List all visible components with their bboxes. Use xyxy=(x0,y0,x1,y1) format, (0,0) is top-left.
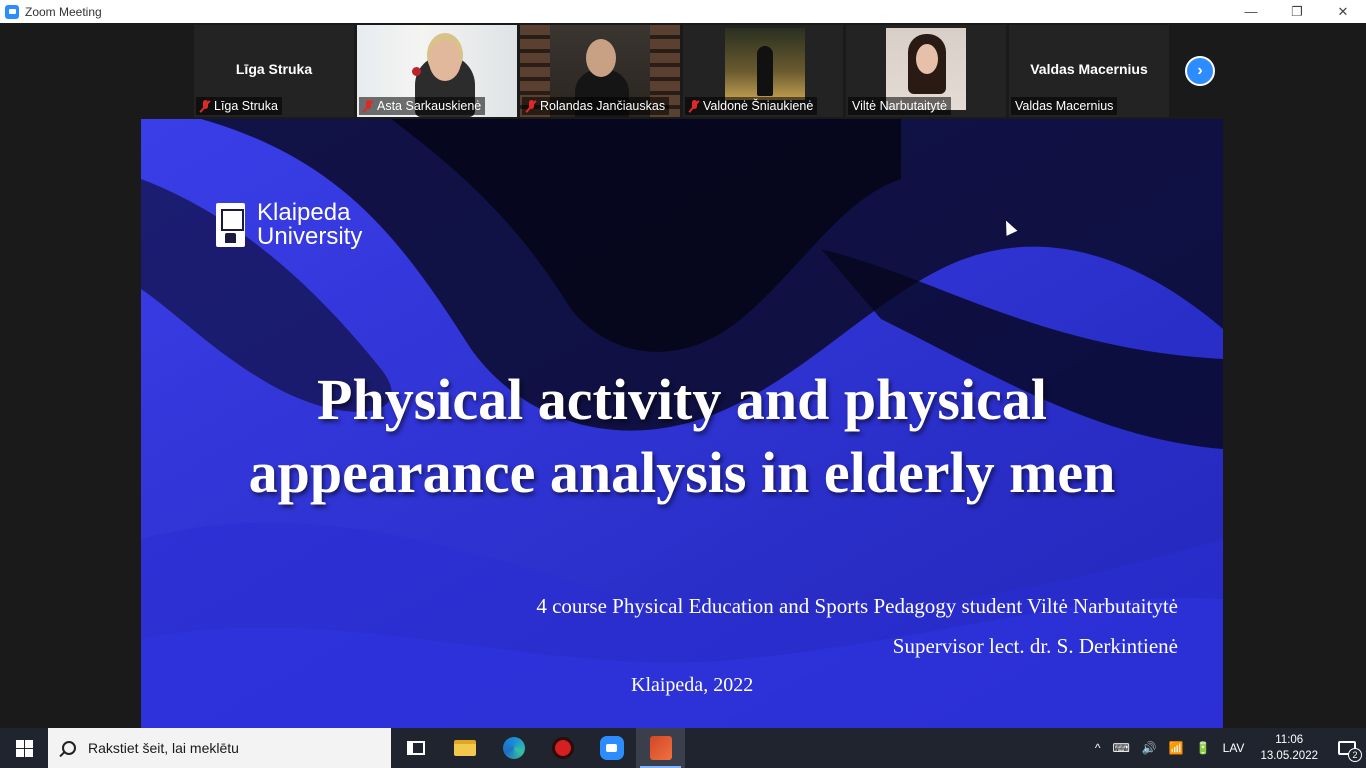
participant-name: Līga Struka xyxy=(214,99,278,113)
zoom-app-icon xyxy=(5,4,19,19)
participant-tile[interactable]: Valdas Macernius Valdas Macernius xyxy=(1009,25,1169,117)
taskbar-search[interactable]: Rakstiet šeit, lai meklētu xyxy=(48,728,391,768)
file-explorer-button[interactable] xyxy=(440,728,489,768)
language-indicator[interactable]: LAV xyxy=(1217,741,1251,755)
window-controls: — ❐ ✕ xyxy=(1228,0,1366,23)
participant-tile-active-speaker[interactable]: Viltė Narbutaitytė xyxy=(846,25,1006,117)
task-view-button[interactable] xyxy=(391,728,440,768)
powerpoint-icon xyxy=(649,736,672,760)
participant-tile[interactable]: Līga Struka Līga Struka xyxy=(194,25,354,117)
zoom-taskbar-button[interactable] xyxy=(587,728,636,768)
logo-line1: Klaipeda xyxy=(257,199,351,226)
university-logo: Klaipeda University xyxy=(216,201,362,249)
participant-tile[interactable]: Valdonė Šniaukienė xyxy=(683,25,843,117)
participant-name: Viltė Narbutaitytė xyxy=(852,99,947,113)
zoom-icon xyxy=(599,736,624,760)
notifications-button[interactable]: 2 xyxy=(1328,728,1366,768)
clock-time: 11:06 xyxy=(1275,734,1304,746)
windows-logo-icon xyxy=(15,739,33,757)
search-icon xyxy=(62,741,76,755)
edge-icon xyxy=(502,737,525,759)
window-titlebar: Zoom Meeting — ❐ ✕ xyxy=(0,0,1366,23)
mic-muted-icon xyxy=(689,99,699,113)
powerpoint-taskbar-button[interactable] xyxy=(636,728,685,768)
task-view-icon xyxy=(406,741,425,755)
participant-label: Asta Sarkauskienė xyxy=(359,97,486,115)
slide-place-year: Klaipeda, 2022 xyxy=(631,674,754,696)
slide-title-line2: appearance analysis in elderly men xyxy=(248,440,1116,505)
participant-label: Rolandas Jančiauskas xyxy=(522,97,670,115)
window-title: Zoom Meeting xyxy=(25,4,102,19)
university-crest-icon xyxy=(216,203,245,247)
participant-name: Asta Sarkauskienė xyxy=(377,99,482,113)
notification-count: 2 xyxy=(1348,748,1362,762)
red-app-icon xyxy=(551,737,574,759)
participant-display-name: Valdas Macernius xyxy=(1030,61,1148,77)
system-tray: ^ ⌨ 🔊 📶 🔋 LAV 11:06 13.05.2022 2 xyxy=(1089,728,1366,768)
mic-muted-icon xyxy=(363,99,373,113)
start-button[interactable] xyxy=(0,728,48,768)
slide-title: Physical activity and physical appearanc… xyxy=(181,363,1183,509)
minimize-button[interactable]: — xyxy=(1228,0,1274,23)
slide-author: 4 course Physical Education and Sports P… xyxy=(536,594,1178,618)
shared-slide: Klaipeda University Physical activity an… xyxy=(141,119,1223,728)
participant-label: Valdas Macernius xyxy=(1011,97,1118,115)
logo-line2: University xyxy=(257,223,363,250)
network-icon[interactable]: 📶 xyxy=(1163,741,1190,755)
close-button[interactable]: ✕ xyxy=(1320,0,1366,23)
volume-icon[interactable]: 🔊 xyxy=(1136,741,1163,755)
search-placeholder: Rakstiet šeit, lai meklētu xyxy=(88,740,239,756)
edge-button[interactable] xyxy=(489,728,538,768)
red-app-button[interactable] xyxy=(538,728,587,768)
clock-date: 13.05.2022 xyxy=(1260,750,1318,762)
participant-name: Valdonė Šniaukienė xyxy=(703,99,814,113)
mic-muted-icon xyxy=(526,99,536,113)
show-hidden-icons[interactable]: ^ xyxy=(1089,741,1107,755)
participant-tile[interactable]: Rolandas Jančiauskas xyxy=(520,25,680,117)
windows-taskbar: Rakstiet šeit, lai meklētu ^ ⌨ 🔊 📶 🔋 LAV… xyxy=(0,728,1366,768)
taskbar-clock[interactable]: 11:06 13.05.2022 xyxy=(1250,732,1328,764)
restore-button[interactable]: ❐ xyxy=(1274,0,1320,23)
participant-name: Valdas Macernius xyxy=(1015,99,1114,113)
slide-title-line1: Physical activity and physical xyxy=(317,367,1047,432)
participant-label: Viltė Narbutaitytė xyxy=(848,97,951,115)
battery-icon[interactable]: 🔋 xyxy=(1190,741,1217,755)
slide-supervisor: Supervisor lect. dr. S. Derkintienė xyxy=(892,634,1178,658)
participant-name: Rolandas Jančiauskas xyxy=(540,99,666,113)
participant-tile[interactable]: Asta Sarkauskienė xyxy=(357,25,517,117)
mic-muted-icon xyxy=(200,99,210,113)
next-page-button[interactable]: › xyxy=(1185,56,1215,86)
participant-label: Līga Struka xyxy=(196,97,282,115)
meeting-area: Līga Struka Līga Struka Asta Sarkauskien… xyxy=(0,23,1366,728)
participant-strip: Līga Struka Līga Struka Asta Sarkauskien… xyxy=(194,25,1169,117)
meet-now-icon[interactable]: ⌨ xyxy=(1106,741,1135,755)
participant-label: Valdonė Šniaukienė xyxy=(685,97,818,115)
participant-display-name: Līga Struka xyxy=(235,61,313,77)
folder-icon xyxy=(453,740,476,756)
